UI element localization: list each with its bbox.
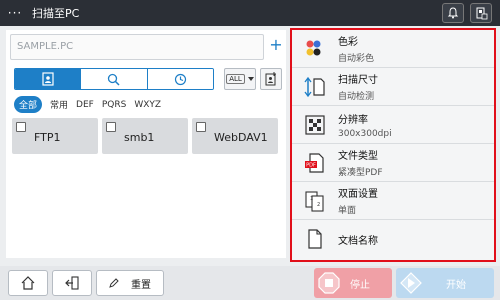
pdf-file-icon: PDF <box>302 150 328 176</box>
page-title: 扫描至PC <box>32 7 80 20</box>
tab-search[interactable] <box>81 69 148 89</box>
tab-history[interactable] <box>147 69 213 89</box>
reset-button[interactable]: 重置 <box>96 270 164 296</box>
setting-duplex[interactable]: 1 2 双面设置 单面 <box>292 182 494 220</box>
index-tabs: 全部 常用 DEF PQRS WXYZ <box>14 96 161 113</box>
address-book-icon <box>42 72 54 86</box>
logout-icon <box>65 276 79 290</box>
destination-item-webdav1[interactable]: WebDAV1 <box>192 118 278 154</box>
device-status-button[interactable] <box>470 3 492 23</box>
top-bar: ··· 扫描至PC <box>0 0 500 26</box>
setting-scan-size[interactable]: 扫描尺寸 自动检测 <box>292 68 494 106</box>
top-icons <box>442 3 492 23</box>
destination-checkbox[interactable] <box>16 122 26 132</box>
clock-icon <box>174 73 186 85</box>
setting-file-type[interactable]: PDF 文件类型 紧凑型PDF <box>292 144 494 182</box>
chevron-down-icon <box>247 77 254 81</box>
pencil-icon <box>109 278 119 288</box>
color-icon <box>302 36 328 62</box>
start-icon <box>400 272 422 294</box>
setting-document-name[interactable]: 文档名称 <box>292 220 494 258</box>
index-tab-def[interactable]: DEF <box>76 100 94 110</box>
index-tab-wxyz[interactable]: WXYZ <box>134 100 161 110</box>
destination-checkbox[interactable] <box>106 122 116 132</box>
setting-title: 分辨率 <box>338 114 368 126</box>
reset-label: 重置 <box>131 279 151 291</box>
document-icon <box>302 226 328 252</box>
search-icon <box>108 73 121 86</box>
destination-panel: SAMPLE.PC + ALL 全部 常用 DEF PQRS WXYZ FTP1… <box>6 30 286 258</box>
destination-label: smb1 <box>124 131 155 144</box>
add-destination-button[interactable]: + <box>268 36 284 56</box>
stop-label: 停止 <box>350 279 370 291</box>
index-tab-frequent[interactable]: 常用 <box>50 98 68 111</box>
filter-value: ALL <box>226 74 245 84</box>
setting-title: 色彩 <box>338 37 358 48</box>
notification-bell-button[interactable] <box>442 3 464 23</box>
setting-value: 自动彩色 <box>338 54 375 64</box>
svg-text:PDF: PDF <box>306 162 316 168</box>
menu-button[interactable]: ··· <box>4 4 26 22</box>
destination-item-ftp1[interactable]: FTP1 <box>12 118 98 154</box>
destination-input[interactable]: SAMPLE.PC <box>10 34 264 60</box>
scan-settings-panel: 色彩 自动彩色 扫描尺寸 自动检测 分辨率 300x300dpi PDF 文件类… <box>290 28 496 262</box>
setting-value: 自动检测 <box>338 92 375 102</box>
stop-icon <box>318 272 340 294</box>
scan-size-icon <box>302 74 328 100</box>
view-tabs <box>14 68 214 90</box>
destination-checkbox[interactable] <box>196 122 206 132</box>
home-button[interactable] <box>8 270 48 296</box>
destination-item-smb1[interactable]: smb1 <box>102 118 188 154</box>
setting-resolution[interactable]: 分辨率 300x300dpi <box>292 106 494 144</box>
duplex-icon: 1 2 <box>302 188 328 214</box>
logout-button[interactable] <box>52 270 92 296</box>
svg-text:1: 1 <box>310 196 313 202</box>
setting-title: 扫描尺寸 <box>338 75 378 86</box>
stop-button[interactable]: 停止 <box>314 268 392 298</box>
filter-dropdown[interactable]: ALL <box>224 68 256 90</box>
setting-title: 文件类型 <box>338 151 378 162</box>
setting-value: 300x300dpi <box>338 128 392 139</box>
device-status-icon <box>476 7 488 20</box>
register-address-icon <box>265 72 276 86</box>
home-icon <box>21 276 35 290</box>
index-tab-pqrs[interactable]: PQRS <box>102 100 126 110</box>
bottom-bar: 重置 停止 开始 <box>0 266 500 300</box>
destination-label: FTP1 <box>34 131 61 144</box>
setting-color[interactable]: 色彩 自动彩色 <box>292 30 494 68</box>
tab-address-book[interactable] <box>15 69 82 89</box>
resolution-icon <box>302 112 328 138</box>
setting-title: 双面设置 <box>338 189 378 200</box>
index-tab-all[interactable]: 全部 <box>14 96 43 113</box>
bell-icon <box>447 7 459 19</box>
start-button[interactable]: 开始 <box>396 268 494 298</box>
register-destination-button[interactable] <box>260 68 282 90</box>
setting-value: 单面 <box>338 206 357 216</box>
start-label: 开始 <box>446 279 466 291</box>
setting-value: 紧凑型PDF <box>338 168 383 178</box>
setting-title: 文档名称 <box>338 235 378 247</box>
destination-label: WebDAV1 <box>214 131 268 144</box>
svg-text:2: 2 <box>317 202 320 208</box>
